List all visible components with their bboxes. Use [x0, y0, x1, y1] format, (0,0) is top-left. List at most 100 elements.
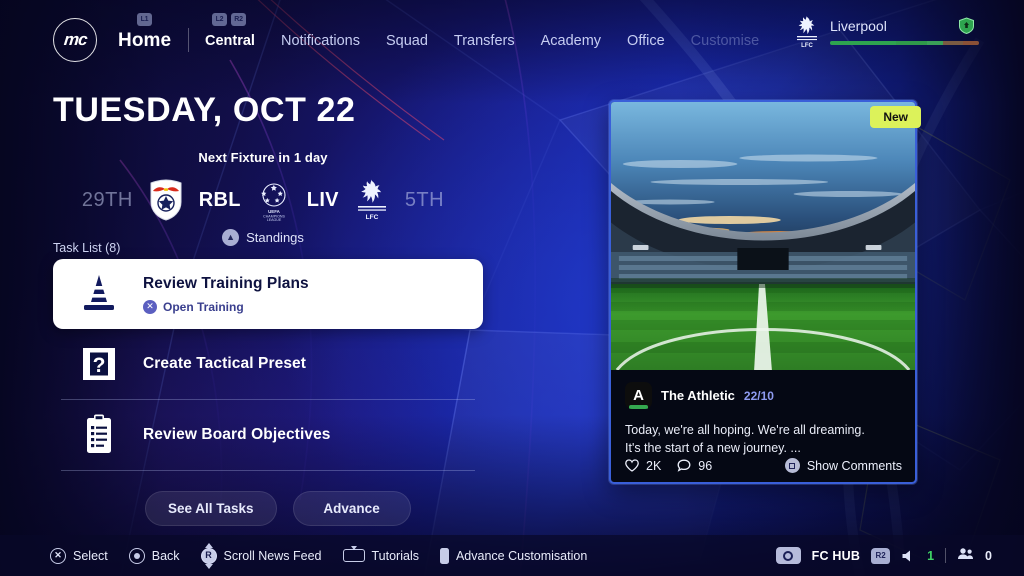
task-action-label: Open Training	[163, 299, 244, 314]
hint-advance-customisation-label: Advance Customisation	[455, 548, 588, 563]
tab-transfers[interactable]: Transfers	[454, 33, 515, 49]
clipboard-icon	[69, 412, 129, 458]
right-stick-icon: R	[200, 542, 217, 569]
footer-hint-bar: ✕ Select Back R Scroll News Feed Tutoria…	[0, 535, 1024, 576]
nav-tab-list: Central Notifications Squad Transfers Ac…	[205, 33, 759, 49]
circle-button-icon	[128, 547, 145, 564]
next-fixture-heading: Next Fixture in 1 day	[198, 150, 328, 165]
hint-scroll-label: Scroll News Feed	[223, 548, 322, 563]
club-status-chip[interactable]: LFC Liverpool	[794, 14, 979, 52]
status-badge-new: New	[870, 106, 921, 128]
friends-icon[interactable]	[957, 547, 974, 565]
tactics-question-pitch-icon: ?	[69, 341, 129, 387]
touchpad-icon	[342, 549, 365, 562]
hint-select[interactable]: ✕ Select	[50, 547, 108, 564]
hint-select-label: Select	[73, 548, 108, 563]
show-comments-label: Show Comments	[806, 458, 902, 473]
news-comments[interactable]: 96	[677, 459, 712, 473]
task-text-block: Review Board Objectives	[143, 426, 331, 444]
hint-tutorials-label: Tutorials	[371, 548, 419, 563]
news-body-text: Today, we're all hoping. We're all dream…	[625, 421, 901, 457]
tab-office[interactable]: Office	[627, 33, 665, 49]
tab-notifications[interactable]: Notifications	[281, 33, 360, 49]
club-name-label: Liverpool	[830, 18, 887, 34]
hint-back[interactable]: Back	[128, 547, 180, 564]
nav-divider	[188, 28, 189, 52]
fixture-row: 29TH RBL UEFA CHAMPIONS LEAGUE LIV LFC 5…	[53, 177, 473, 223]
news-body-line-2: It's the start of a new journey. ...	[625, 441, 801, 456]
tab-squad[interactable]: Squad	[386, 33, 428, 49]
right-stick-button: R	[200, 547, 217, 564]
news-card[interactable]: New A The Athletic 22/10 Today, we're al…	[609, 100, 921, 484]
green-shield-badge	[958, 17, 975, 35]
top-navigation-bar: mc L1 L2 R2 Home Central Notifications S…	[0, 0, 1024, 66]
task-divider	[61, 470, 475, 471]
away-team-abbr: LIV	[306, 188, 339, 211]
svg-text:?: ?	[93, 354, 106, 377]
news-likes[interactable]: 2K	[625, 459, 661, 473]
away-liverpool-crest: LFC	[352, 178, 392, 222]
show-comments-button[interactable]: Show Comments	[784, 458, 902, 473]
r2-bumper[interactable]: R2	[231, 13, 246, 26]
task-action-buttons: See All Tasks Advance	[145, 491, 411, 526]
footer-hints: ✕ Select Back R Scroll News Feed Tutoria…	[50, 542, 588, 569]
cross-button-icon: ✕	[143, 299, 157, 314]
hint-back-label: Back	[151, 548, 180, 563]
nav-home-label[interactable]: Home	[118, 30, 171, 52]
speech-bubble-icon	[677, 459, 691, 472]
mc-logo-text: mc	[62, 30, 88, 49]
hint-scroll-news-feed[interactable]: R Scroll News Feed	[200, 542, 322, 569]
svg-text:LEAGUE: LEAGUE	[267, 218, 282, 221]
training-cone-icon	[69, 271, 129, 317]
triangle-button-icon: ▲	[222, 229, 240, 246]
stadium-pitch-photo	[611, 102, 915, 370]
the-athletic-avatar: A	[625, 382, 652, 409]
news-body-line-1: Today, we're all hoping. We're all dream…	[625, 423, 865, 437]
next-fixture-panel: Next Fixture in 1 day 29TH RBL UEFA CHAM…	[53, 150, 473, 246]
task-row-review-training-plans[interactable]: Review Training Plans ✕ Open Training	[53, 259, 483, 329]
voice-count: 1	[927, 548, 935, 563]
liverpool-liver-bird-crest: LFC	[794, 15, 820, 49]
options-button-icon	[439, 547, 449, 564]
see-all-tasks-button[interactable]: See All Tasks	[145, 491, 277, 526]
footer-divider	[945, 548, 947, 563]
svg-text:UEFA: UEFA	[268, 209, 281, 214]
fc-hub-icon[interactable]	[775, 547, 801, 564]
hint-tutorials[interactable]: Tutorials	[342, 548, 419, 563]
task-text-block: Create Tactical Preset	[143, 355, 306, 373]
hint-advance-customisation[interactable]: Advance Customisation	[439, 547, 588, 564]
l2-bumper[interactable]: L2	[212, 13, 227, 26]
task-title: Review Board Objectives	[143, 426, 331, 443]
task-title: Review Training Plans	[143, 274, 309, 292]
advance-button[interactable]: Advance	[292, 491, 411, 526]
fc-hub-label[interactable]: FC HUB	[812, 549, 860, 563]
uefa-champions-league-logo: UEFA CHAMPIONS LEAGUE	[254, 179, 294, 221]
svg-text:LFC: LFC	[365, 214, 378, 221]
fc-manager-central-screen: mc L1 L2 R2 Home Central Notifications S…	[0, 0, 1024, 576]
friends-count: 0	[985, 548, 992, 563]
news-source-name: The Athletic	[661, 388, 735, 403]
l1-bumper[interactable]: L1	[137, 13, 152, 26]
mc-circle-logo[interactable]: mc	[53, 18, 97, 62]
task-list-heading: Task List (8)	[53, 241, 121, 255]
standings-label: Standings	[246, 230, 304, 245]
tab-central[interactable]: Central	[205, 33, 255, 49]
page-title: TUESDAY, OCT 22	[53, 91, 356, 129]
r2-key-icon[interactable]: R2	[871, 547, 891, 564]
club-morale-bar	[830, 41, 979, 45]
task-row-create-tactical-preset[interactable]: ? Create Tactical Preset	[53, 329, 483, 399]
speaker-icon[interactable]	[901, 549, 916, 563]
tab-customise[interactable]: Customise	[691, 33, 760, 49]
rb-leipzig-crest	[146, 178, 186, 222]
task-title: Create Tactical Preset	[143, 355, 307, 372]
task-row-review-board-objectives[interactable]: Review Board Objectives	[53, 400, 483, 470]
svg-text:LFC: LFC	[801, 43, 813, 49]
cross-button-icon: ✕	[50, 547, 66, 564]
task-action[interactable]: ✕ Open Training	[143, 299, 309, 314]
tab-academy[interactable]: Academy	[541, 33, 601, 49]
news-date: 22/10	[743, 388, 774, 403]
home-team-abbr: RBL	[198, 188, 241, 211]
news-source-row: A The Athletic 22/10	[625, 382, 901, 409]
heart-icon	[625, 459, 639, 472]
task-text-block: Review Training Plans ✕ Open Training	[143, 275, 309, 314]
